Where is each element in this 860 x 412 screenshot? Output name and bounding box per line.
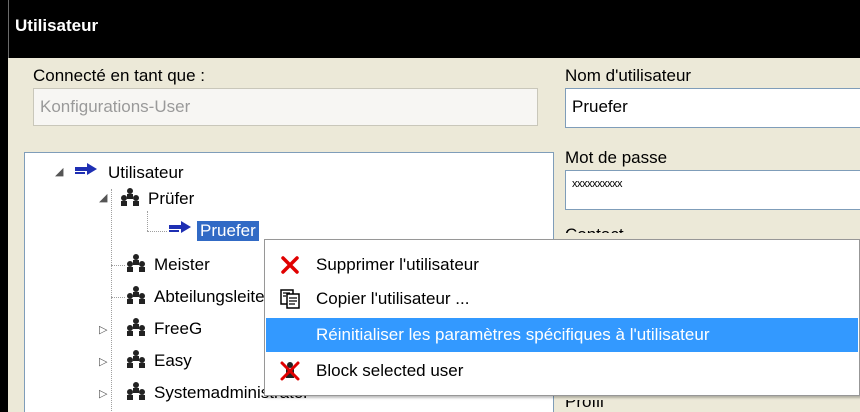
menu-item-delete-user[interactable]: Supprimer l'utilisateur <box>266 248 858 282</box>
expand-icon[interactable]: ▷ <box>99 387 107 400</box>
expand-icon[interactable]: ▷ <box>99 323 107 336</box>
expand-icon[interactable]: ▷ <box>99 355 107 368</box>
group-icon <box>125 285 147 310</box>
tree-group-label: Meister <box>154 255 210 274</box>
group-icon <box>125 317 147 342</box>
password-field[interactable]: xxxxxxxxxx <box>565 170 860 210</box>
collapse-icon[interactable]: ◢ <box>55 165 63 178</box>
tree-group-label: Easy <box>154 351 192 370</box>
menu-item-reset-settings[interactable]: Réinitialiser les paramètres spécifiques… <box>266 318 858 352</box>
window-title: Utilisateur <box>15 16 99 35</box>
menu-item-label: Copier l'utilisateur ... <box>316 289 470 308</box>
username-field[interactable]: Pruefer <box>565 88 860 128</box>
tree-group-label: Abteilungsleiter <box>154 287 271 306</box>
menu-item-copy-user[interactable]: Copier l'utilisateur ... <box>266 282 858 316</box>
user-arrow-icon <box>167 220 193 243</box>
tree-group-label: Prüfer <box>148 189 195 208</box>
tree-group-meister[interactable]: Meister <box>125 253 213 277</box>
tree-group-pruefer[interactable]: Prüfer <box>119 187 197 211</box>
group-icon <box>119 187 141 212</box>
tree-root[interactable]: Utilisateur <box>73 161 187 185</box>
menu-item-block-user[interactable]: Block selected user <box>266 354 858 388</box>
tree-root-label: Utilisateur <box>108 163 184 182</box>
password-label: Mot de passe <box>565 148 668 167</box>
menu-item-label: Réinitialiser les paramètres spécifiques… <box>316 325 710 344</box>
tree-group-label: FreeG <box>154 319 203 338</box>
login-field: Konfigurations-User <box>33 88 538 126</box>
group-icon <box>125 381 147 406</box>
collapse-icon[interactable]: ◢ <box>99 191 107 204</box>
username-label: Nom d'utilisateur <box>565 66 692 85</box>
users-arrow-icon <box>73 162 99 185</box>
menu-item-label: Block selected user <box>316 361 464 380</box>
context-menu: Supprimer l'utilisateur Copier l'utilisa… <box>264 239 860 396</box>
selected-user-label: Pruefer <box>197 221 259 241</box>
menu-item-label: Supprimer l'utilisateur <box>316 255 479 274</box>
login-label: Connecté en tant que : <box>33 66 206 85</box>
group-icon <box>125 349 147 374</box>
tree-group-freeg[interactable]: FreeG <box>125 317 205 341</box>
delete-icon <box>278 253 302 277</box>
group-icon <box>125 253 147 278</box>
copy-icon <box>278 287 302 311</box>
title-bar: Utilisateur <box>8 0 860 58</box>
tree-group-easy[interactable]: Easy <box>125 349 195 373</box>
tree-user-pruefer[interactable]: Pruefer <box>167 219 259 243</box>
block-user-icon <box>278 359 302 383</box>
tree-group-abteilungsleiter[interactable]: Abteilungsleiter <box>125 285 273 309</box>
